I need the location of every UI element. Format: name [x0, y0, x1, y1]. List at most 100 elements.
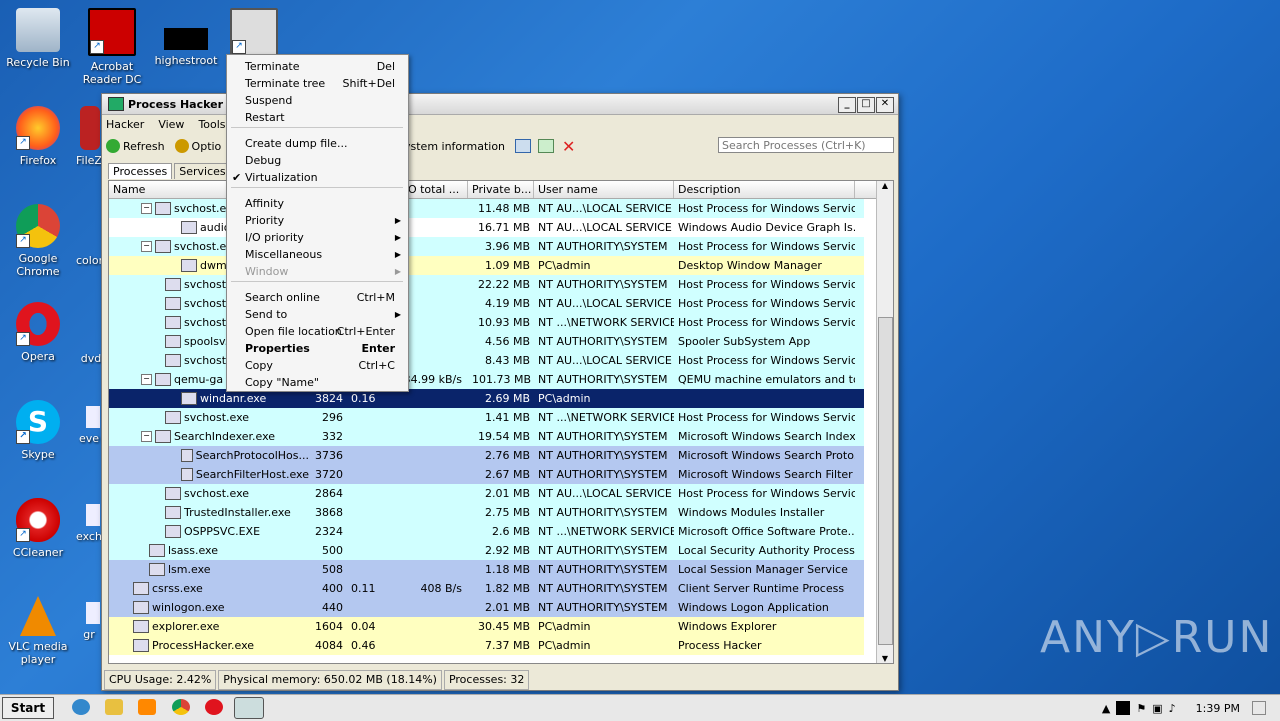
process-row[interactable]: − qemu-ga 34.99 kB/s 101.73 MB NT AUTHORITY\…: [109, 370, 864, 389]
col-private-bytes[interactable]: Private b...: [468, 181, 534, 198]
process-row[interactable]: windanr.exe 3824 0.16 2.69 MB PC\admin: [109, 389, 864, 408]
menu-item-suspend[interactable]: Suspend: [245, 92, 395, 109]
menu-item-open-file-location[interactable]: Open file location Ctrl+Enter: [245, 323, 395, 340]
refresh-button[interactable]: Refresh: [106, 139, 165, 153]
search-processes-input[interactable]: Search Processes (Ctrl+K): [718, 137, 894, 153]
process-row[interactable]: SearchProtocolHos... 3736 2.76 MB NT AUTHOR…: [109, 446, 864, 465]
desktop-icon-highestroot[interactable]: highestroot: [148, 8, 224, 67]
menu-item-i-o-priority[interactable]: I/O priority ▶: [245, 229, 401, 246]
menu-item-search-online[interactable]: Search online Ctrl+M: [245, 289, 395, 306]
scroll-down-icon[interactable]: ▼: [877, 654, 893, 663]
menu-item-debug[interactable]: Debug: [245, 152, 395, 169]
desktop-icon-opera[interactable]: ↗ Opera: [0, 302, 76, 363]
tab-processes[interactable]: Processes: [108, 163, 173, 179]
media-player-icon[interactable]: [138, 699, 156, 715]
flag-icon[interactable]: ⚑: [1136, 702, 1146, 715]
menu-item-create-dump-file[interactable]: Create dump file...: [245, 135, 395, 152]
window-titlebar[interactable]: Process Hacker [P _ □ ✕: [102, 94, 898, 115]
desktop-icon-filezilla[interactable]: FileZ: [76, 106, 102, 167]
menu-item-miscellaneous[interactable]: Miscellaneous ▶: [245, 246, 401, 263]
window-icon[interactable]: [515, 139, 531, 153]
vertical-scrollbar[interactable]: ▲ ▼: [876, 181, 893, 663]
menu-view[interactable]: View: [158, 118, 184, 131]
clock[interactable]: 1:39 PM: [1196, 702, 1240, 715]
close-button[interactable]: ✕: [876, 97, 894, 113]
scroll-up-icon[interactable]: ▲: [877, 181, 893, 190]
desktop-icon-skype[interactable]: S ↗ Skype: [0, 400, 76, 461]
process-row[interactable]: − svchost.e 11.48 MB NT AU...\LOCAL SERVICE…: [109, 199, 864, 218]
opera-icon[interactable]: [205, 699, 223, 715]
scroll-thumb[interactable]: [878, 317, 893, 645]
desktop-icon-process-monitor[interactable]: ↗: [224, 8, 284, 60]
menu-item-terminate-tree[interactable]: Terminate tree Shift+Del: [245, 75, 395, 92]
process-row[interactable]: svchost.exe 2864 2.01 MB NT AU...\LOCAL SER…: [109, 484, 864, 503]
desktop-icon-exch[interactable]: exch: [76, 504, 102, 543]
menu-item-affinity[interactable]: Affinity: [245, 195, 395, 212]
process-row[interactable]: TrustedInstaller.exe 3868 2.75 MB NT AUTHOR…: [109, 503, 864, 522]
start-button[interactable]: Start: [2, 697, 54, 719]
desktop-icon-vlc[interactable]: VLC media player: [0, 596, 76, 666]
menu-item-priority[interactable]: Priority ▶: [245, 212, 401, 229]
menu-item-properties[interactable]: Properties Enter: [245, 340, 395, 357]
process-row[interactable]: csrss.exe 400 0.11 408 B/s 1.82 MB NT AUTHORI…: [109, 579, 864, 598]
menu-hacker[interactable]: Hacker: [106, 118, 144, 131]
process-row[interactable]: svchost.e 10.93 MB NT ...\NETWORK SERVICE H…: [109, 313, 864, 332]
menu-item-copy[interactable]: Copy Ctrl+C: [245, 357, 395, 374]
tree-collapse-toggle[interactable]: −: [141, 203, 152, 214]
process-row[interactable]: audio 16.71 MB NT AU...\LOCAL SERVICE Windo…: [109, 218, 864, 237]
explorer-icon[interactable]: [105, 699, 123, 715]
maximize-button[interactable]: □: [857, 97, 875, 113]
desktop-icon-eve[interactable]: eve: [76, 406, 102, 445]
tab-services[interactable]: Services: [174, 163, 231, 179]
desktop-icon-ccleaner[interactable]: ↗ CCleaner: [0, 498, 76, 559]
desktop-icon-chrome[interactable]: ↗ Google Chrome: [0, 204, 76, 278]
process-row[interactable]: svchost.e 8.43 MB NT AU...\LOCAL SERVICE Ho…: [109, 351, 864, 370]
ie-icon[interactable]: [72, 699, 90, 715]
process-row[interactable]: lsm.exe 508 1.18 MB NT AUTHORITY\SYSTEM Loca…: [109, 560, 864, 579]
minimize-button[interactable]: _: [838, 97, 856, 113]
process-hacker-taskbar-icon[interactable]: [234, 697, 264, 719]
desktop-icon-dvd[interactable]: dvd: [80, 352, 102, 365]
desktop-icon-gr[interactable]: gr: [76, 602, 102, 641]
tree-collapse-toggle[interactable]: −: [141, 431, 152, 442]
process-row[interactable]: − SearchIndexer.exe 332 19.54 MB NT AUTHORIT…: [109, 427, 864, 446]
volume-icon[interactable]: ♪: [1169, 702, 1176, 715]
menu-item-restart[interactable]: Restart: [245, 109, 395, 126]
options-button[interactable]: Optio: [174, 139, 221, 153]
tray-app-icon[interactable]: [1116, 701, 1131, 715]
col-user-name[interactable]: User name: [534, 181, 674, 198]
desktop-icon-firefox[interactable]: ↗ Firefox: [0, 106, 76, 167]
process-row[interactable]: dwm. 1.09 MB PC\admin Desktop Window Manage…: [109, 256, 864, 275]
show-desktop-icon[interactable]: [1252, 701, 1266, 715]
tree-collapse-toggle[interactable]: −: [141, 241, 152, 252]
desktop-icon-color[interactable]: color: [76, 254, 102, 267]
process-hacker-window[interactable]: Process Hacker [P _ □ ✕ Hacker View Tool…: [101, 93, 899, 691]
network-icon[interactable]: ▣: [1152, 702, 1162, 715]
menu-item-terminate[interactable]: Terminate Del: [245, 58, 395, 75]
menu-tools[interactable]: Tools: [198, 118, 225, 131]
menu-item-copy-name[interactable]: Copy "Name": [245, 374, 395, 391]
terminate-icon[interactable]: ✕: [562, 137, 575, 156]
desktop-icon-acrobat[interactable]: ↗ Acrobat Reader DC: [74, 8, 150, 86]
desktop-icon-recycle-bin[interactable]: Recycle Bin: [0, 8, 76, 69]
tree-collapse-toggle[interactable]: −: [141, 374, 152, 385]
find-window-icon[interactable]: [538, 139, 554, 153]
process-row[interactable]: spoolsv.e 4.56 MB NT AUTHORITY\SYSTEM Spool…: [109, 332, 864, 351]
menu-item-send-to[interactable]: Send to ▶: [245, 306, 401, 323]
process-row[interactable]: lsass.exe 500 2.92 MB NT AUTHORITY\SYSTEM Lo…: [109, 541, 864, 560]
process-row[interactable]: svchost.e 4.19 MB NT AU...\LOCAL SERVICE Ho…: [109, 294, 864, 313]
process-row[interactable]: ProcessHacker.exe 4084 0.46 7.37 MB PC\admin…: [109, 636, 864, 655]
process-row[interactable]: winlogon.exe 440 2.01 MB NT AUTHORITY\SYSTE…: [109, 598, 864, 617]
process-row[interactable]: SearchFilterHost.exe 3720 2.67 MB NT AUTHOR…: [109, 465, 864, 484]
process-row[interactable]: OSPPSVC.EXE 2324 2.6 MB NT ...\NETWORK SERV…: [109, 522, 864, 541]
process-row[interactable]: svchost.e 22.22 MB NT AUTHORITY\SYSTEM Host…: [109, 275, 864, 294]
tray-expand-icon[interactable]: ▲: [1102, 702, 1110, 715]
process-row[interactable]: explorer.exe 1604 0.04 30.45 MB PC\admin Wind…: [109, 617, 864, 636]
menu-item-window[interactable]: Window ▶: [245, 263, 401, 280]
col-description[interactable]: Description: [674, 181, 855, 198]
menu-item-virtualization[interactable]: ✔ Virtualization: [232, 169, 395, 186]
process-row[interactable]: svchost.exe 296 1.41 MB NT ...\NETWORK SERV…: [109, 408, 864, 427]
system-information-button[interactable]: ystem information: [404, 140, 505, 153]
chrome-icon[interactable]: [172, 699, 190, 715]
process-row[interactable]: − svchost.e 3.96 MB NT AUTHORITY\SYSTEM Host…: [109, 237, 864, 256]
